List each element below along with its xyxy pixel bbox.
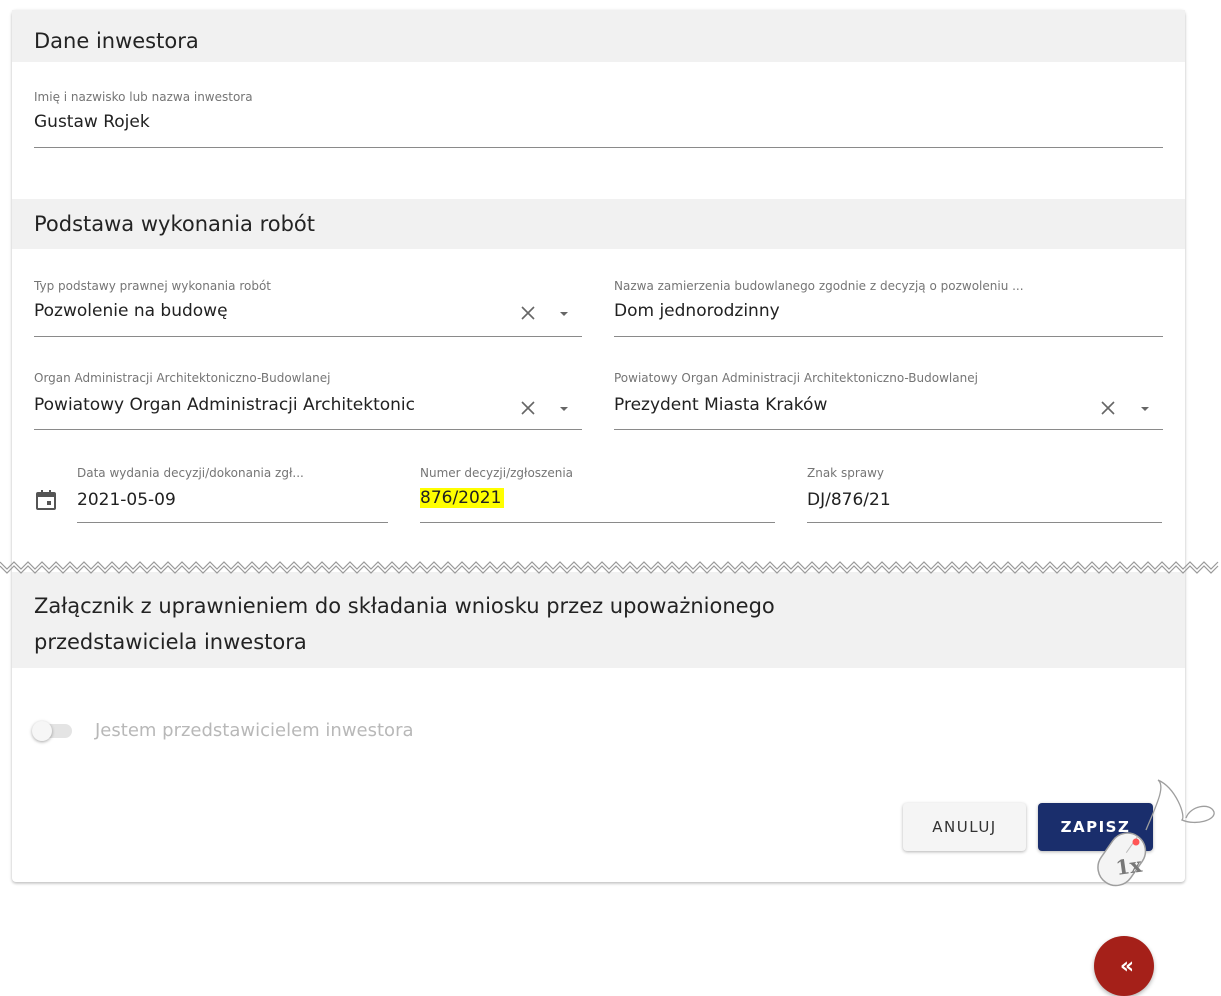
close-icon[interactable] [518, 398, 538, 418]
section-attachment-header: Załącznik z uprawnieniem do składania wn… [12, 572, 1185, 668]
case-sign-value[interactable]: DJ/876/21 [807, 490, 891, 510]
district-authority-value: Prezydent Miasta Kraków [614, 395, 828, 415]
section-basis-title: Podstawa wykonania robót [34, 212, 316, 236]
district-authority-underline [614, 429, 1163, 430]
representative-toggle[interactable] [32, 721, 52, 741]
calendar-icon[interactable] [35, 489, 57, 511]
decision-number-value[interactable]: 876/2021 [420, 488, 505, 508]
authority-value: Powiatowy Organ Administracji Architekto… [34, 395, 415, 415]
project-name-field[interactable]: Nazwa zamierzenia budowlanego zgodnie z … [614, 279, 1163, 339]
double-chevron-left-icon: « [1119, 953, 1134, 979]
decision-date-field[interactable]: Data wydania decyzji/dokonania zgł... 20… [77, 466, 388, 526]
section-attachment-title-line1: Załącznik z uprawnieniem do składania wn… [34, 594, 775, 618]
investor-name-label: Imię i nazwisko lub nazwa inwestora [34, 90, 253, 104]
dropdown-arrow-icon[interactable] [554, 398, 574, 418]
legal-basis-select[interactable]: Typ podstawy prawnej wykonania robót Poz… [34, 279, 582, 339]
section-investor-title: Dane inwestora [34, 29, 199, 53]
project-name-underline [614, 336, 1163, 337]
representative-toggle-label: Jestem przedstawicielem inwestora [95, 720, 414, 741]
project-name-value[interactable]: Dom jednorodzinny [614, 301, 780, 321]
mouse-icon: 1x [1097, 779, 1215, 887]
dropdown-arrow-icon[interactable] [1135, 398, 1155, 418]
authority-underline [34, 429, 582, 430]
decision-date-underline [77, 522, 388, 523]
decision-number-field[interactable]: Numer decyzji/zgłoszenia 876/2021 [420, 466, 775, 526]
decision-number-underline [420, 522, 775, 523]
click-count: 1x [1114, 852, 1144, 880]
decision-number-label: Numer decyzji/zgłoszenia [420, 466, 574, 480]
case-sign-field[interactable]: Znak sprawy DJ/876/21 [807, 466, 1162, 526]
section-investor-header: Dane inwestora [12, 10, 1185, 62]
decision-date-label: Data wydania decyzji/dokonania zgł... [77, 466, 304, 480]
section-basis-header: Podstawa wykonania robót [12, 199, 1185, 249]
project-name-label: Nazwa zamierzenia budowlanego zgodnie z … [614, 279, 1024, 293]
close-icon[interactable] [518, 303, 538, 323]
investor-name-value[interactable]: Gustaw Rojek [34, 112, 150, 132]
investor-name-field[interactable]: Imię i nazwisko lub nazwa inwestora Gust… [34, 90, 1163, 150]
district-authority-label: Powiatowy Organ Administracji Architekto… [614, 371, 978, 385]
dropdown-arrow-icon[interactable] [554, 303, 574, 323]
back-fab[interactable]: « [1094, 936, 1154, 996]
authority-select[interactable]: Organ Administracji Architektoniczno-Bud… [34, 371, 582, 431]
authority-label: Organ Administracji Architektoniczno-Bud… [34, 371, 331, 385]
legal-basis-label: Typ podstawy prawnej wykonania robót [34, 279, 271, 293]
section-attachment-title-line2: przedstawiciela inwestora [34, 630, 307, 654]
case-sign-label: Znak sprawy [807, 466, 885, 480]
investor-name-underline [34, 147, 1163, 148]
legal-basis-underline [34, 336, 582, 337]
decision-number-highlight: 876/2021 [420, 488, 505, 508]
district-authority-select[interactable]: Powiatowy Organ Administracji Architekto… [614, 371, 1163, 431]
tear-divider [0, 561, 1219, 574]
decision-date-value[interactable]: 2021-05-09 [77, 490, 176, 510]
close-icon[interactable] [1098, 398, 1118, 418]
case-sign-underline [807, 522, 1162, 523]
cancel-button[interactable]: ANULUJ [903, 803, 1026, 851]
legal-basis-value: Pozwolenie na budowę [34, 301, 228, 321]
